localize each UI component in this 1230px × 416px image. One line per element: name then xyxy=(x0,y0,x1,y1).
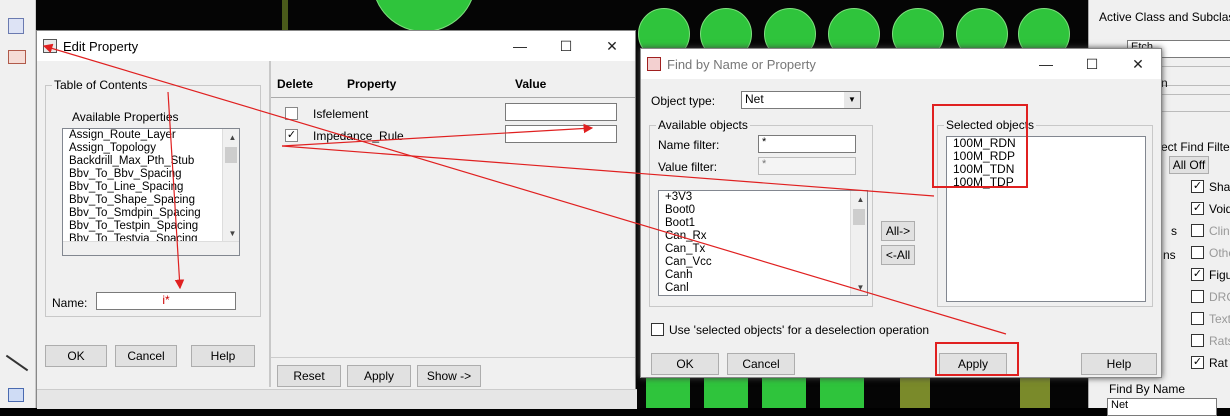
annotation-arrow xyxy=(281,145,935,197)
annotation-arrow xyxy=(167,91,185,290)
annotation-arrows xyxy=(42,43,1007,335)
